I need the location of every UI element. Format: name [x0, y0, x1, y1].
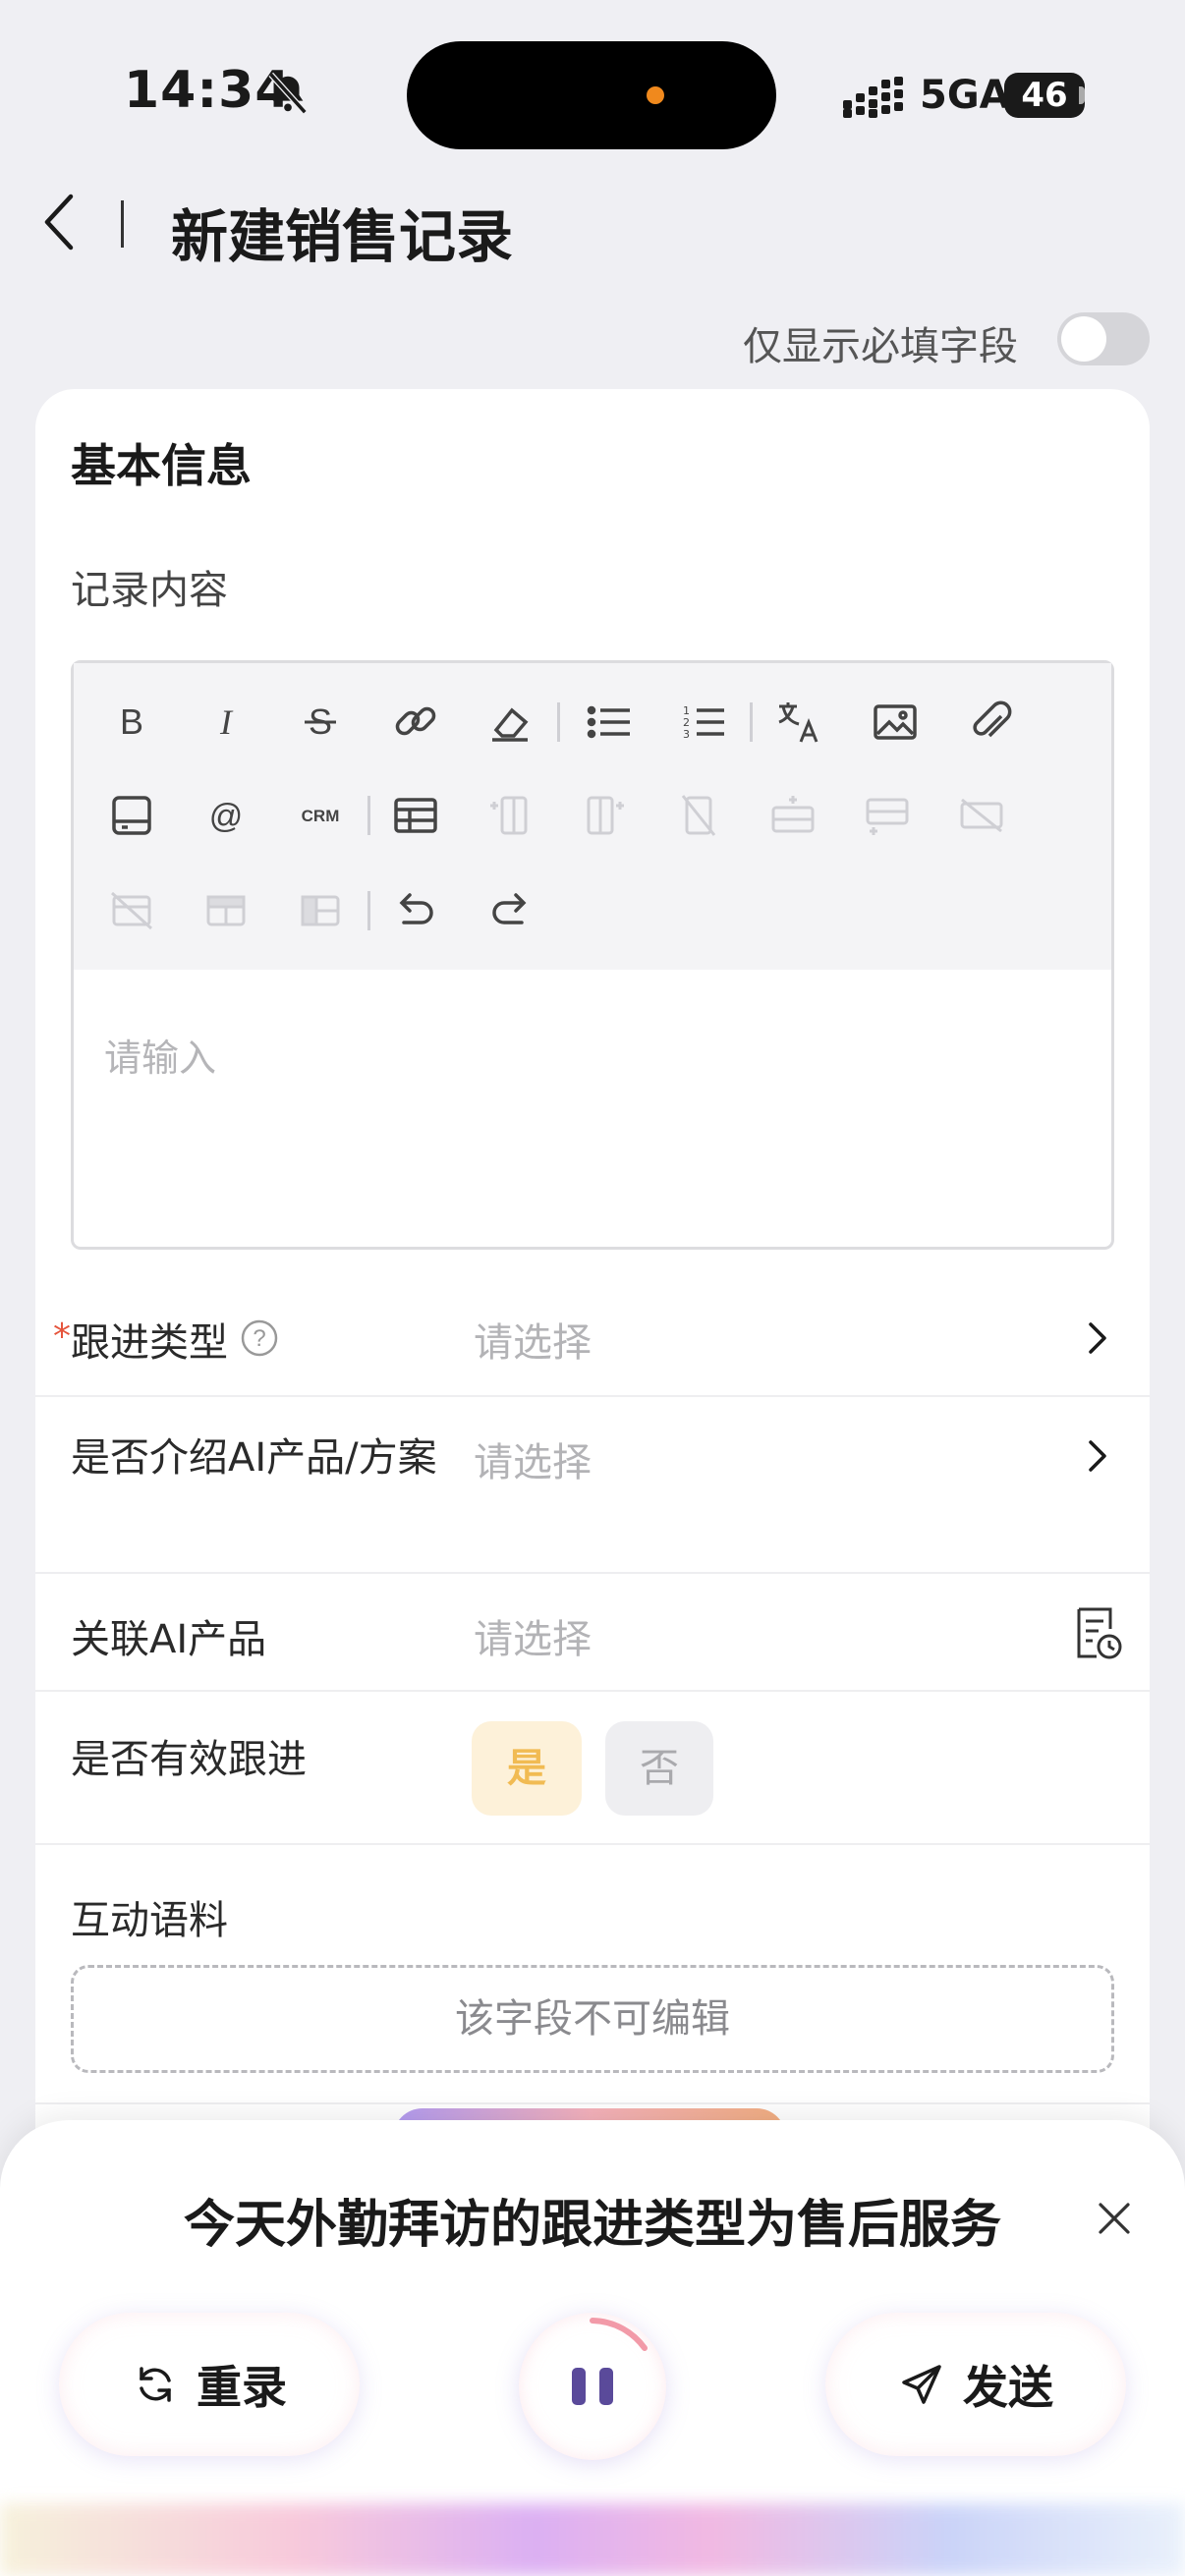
voice-wave-gradient [0, 2503, 1185, 2576]
header-divider [121, 200, 124, 248]
insert-row-above-icon[interactable] [765, 788, 820, 843]
chevron-left-icon[interactable] [39, 189, 79, 255]
pause-bar [599, 2368, 613, 2405]
battery-indicator: 46 [1004, 73, 1085, 118]
battery-tip [1079, 86, 1085, 104]
no-option-button[interactable]: 否 [605, 1721, 713, 1816]
svg-text:I: I [219, 702, 234, 742]
send-button[interactable]: 发送 [825, 2313, 1126, 2456]
bell-muted-icon [268, 72, 308, 115]
send-icon [902, 2365, 941, 2404]
refresh-icon [140, 2367, 171, 2402]
readonly-field: 该字段不可编辑 [71, 1965, 1114, 2073]
svg-text:B: B [120, 701, 143, 742]
row-divider [35, 1395, 1150, 1397]
yes-option-button[interactable]: 是 [472, 1721, 582, 1816]
merge-cells-icon[interactable] [198, 883, 254, 938]
editor-placeholder[interactable]: 请输入 [104, 1028, 216, 1082]
insert-row-below-icon[interactable] [860, 788, 915, 843]
row-divider [35, 2102, 1150, 2104]
document-clock-icon[interactable] [1073, 1603, 1124, 1662]
close-icon[interactable] [1093, 2197, 1136, 2240]
camera-indicator [647, 86, 664, 104]
insert-column-left-icon[interactable] [482, 788, 537, 843]
svg-text:@: @ [209, 798, 244, 835]
interaction-label: 互动语料 [71, 1898, 228, 1943]
translate-icon[interactable] [771, 695, 826, 750]
eraser-icon[interactable] [482, 695, 537, 750]
card-icon[interactable] [104, 788, 159, 843]
send-label: 发送 [963, 2361, 1053, 2414]
editor-toolbar: B I S 123 @ CRM [74, 663, 1111, 970]
delete-table-icon[interactable] [104, 883, 159, 938]
svg-text:3: 3 [683, 728, 690, 741]
crm-icon[interactable]: CRM [293, 788, 348, 843]
introduce-ai-label: 是否介绍AI产品/方案 [71, 1435, 437, 1481]
chevron-right-icon[interactable] [1085, 1318, 1110, 1358]
chevron-right-icon[interactable] [1085, 1436, 1110, 1476]
required-only-label: 仅显示必填字段 [743, 324, 1018, 369]
mention-icon[interactable]: @ [198, 788, 254, 843]
toggle-knob [1061, 316, 1106, 362]
row-divider [35, 1690, 1150, 1692]
voice-transcript: 今天外勤拜访的跟进类型为售后服务 [183, 2196, 1001, 2255]
rerecord-label: 重录 [197, 2361, 287, 2414]
record-content-label: 记录内容 [71, 568, 228, 613]
required-mark: * [53, 1316, 71, 1357]
link-icon[interactable] [388, 695, 443, 750]
table-icon[interactable] [388, 788, 443, 843]
italic-icon[interactable]: I [198, 695, 254, 750]
pause-bar [572, 2368, 586, 2405]
strikethrough-icon[interactable]: S [293, 695, 348, 750]
introduce-ai-select[interactable]: 请选择 [474, 1430, 592, 1487]
network-label: 5GA [920, 73, 1010, 118]
image-icon[interactable] [868, 695, 923, 750]
row-divider [35, 1843, 1150, 1845]
numbered-list-icon[interactable]: 123 [677, 695, 732, 750]
progress-ring [590, 2318, 648, 2351]
follow-type-label: 跟进类型 [71, 1320, 228, 1366]
delete-column-icon[interactable] [671, 788, 726, 843]
section-title: 基本信息 [71, 439, 252, 492]
follow-type-select[interactable]: 请选择 [474, 1311, 592, 1368]
split-cells-icon[interactable] [293, 883, 348, 938]
svg-text:CRM: CRM [302, 807, 340, 825]
delete-row-icon[interactable] [954, 788, 1009, 843]
related-ai-select[interactable]: 请选择 [474, 1607, 592, 1664]
bullet-list-icon[interactable] [583, 695, 638, 750]
redo-icon[interactable] [482, 883, 537, 938]
undo-icon[interactable] [388, 883, 443, 938]
signal-icon [843, 77, 903, 118]
insert-column-right-icon[interactable] [577, 788, 632, 843]
help-icon[interactable]: ? [240, 1318, 279, 1358]
effective-follow-label: 是否有效跟进 [71, 1737, 307, 1782]
row-divider [35, 1572, 1150, 1574]
bold-icon[interactable]: B [104, 695, 159, 750]
dynamic-island [407, 41, 776, 149]
attachment-icon[interactable] [962, 695, 1017, 750]
svg-text:?: ? [253, 1325, 265, 1352]
rerecord-button[interactable]: 重录 [59, 2313, 360, 2456]
page-title: 新建销售记录 [171, 203, 514, 270]
related-ai-label: 关联AI产品 [71, 1617, 267, 1662]
